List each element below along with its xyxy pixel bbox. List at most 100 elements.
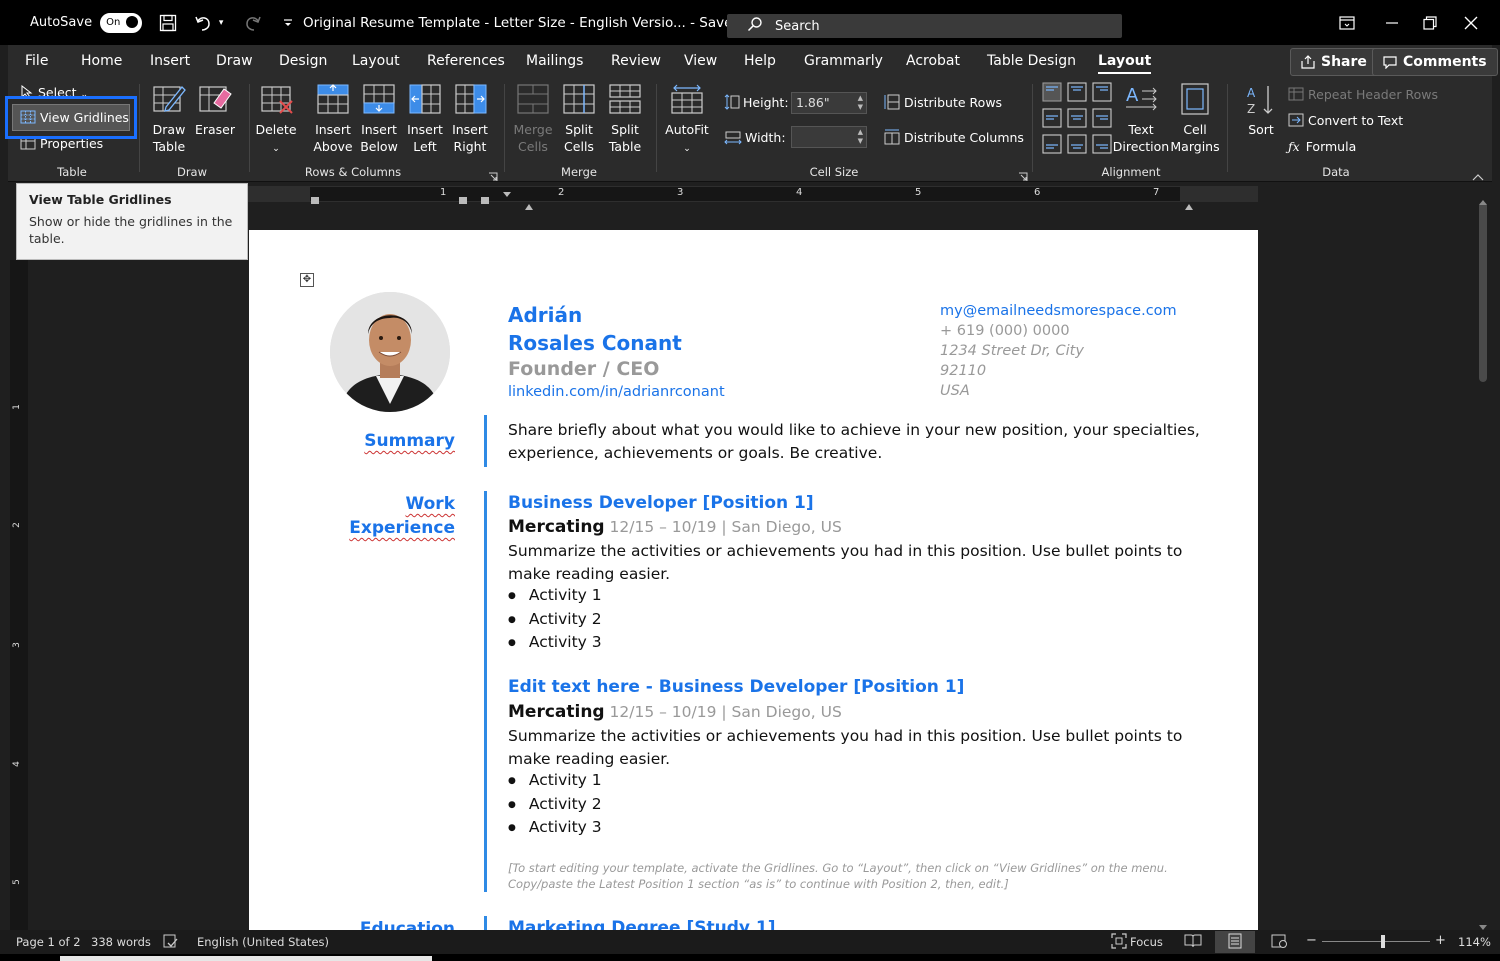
tab-mailings[interactable]: Mailings	[526, 45, 583, 78]
insert-right-button[interactable]: Insert Right	[449, 121, 491, 155]
restore-icon[interactable]	[1410, 0, 1450, 45]
autofit-icon[interactable]	[670, 83, 704, 119]
chevron-down-icon: ⌄	[683, 144, 691, 154]
split-cells-icon[interactable]	[562, 83, 596, 119]
scroll-up-icon[interactable]	[1479, 190, 1487, 209]
text-direction-icon[interactable]: A	[1124, 83, 1158, 119]
distribute-columns-icon	[884, 129, 900, 145]
draw-table-button[interactable]: Draw Table	[148, 121, 190, 155]
document-page[interactable]: ✥ Adrián Rosales Conant Founder / CEO li…	[249, 230, 1258, 930]
eraser-icon[interactable]	[198, 83, 232, 119]
tab-help[interactable]: Help	[744, 45, 776, 78]
minimize-icon[interactable]	[1372, 0, 1412, 45]
tab-layout-page[interactable]: Layout	[352, 45, 400, 78]
vertical-ruler[interactable]: 1 2 3 4 5	[10, 260, 28, 930]
save-icon[interactable]	[158, 13, 178, 33]
tab-references[interactable]: References	[427, 45, 505, 78]
insert-above-icon[interactable]	[316, 83, 350, 119]
document-title[interactable]: Original Resume Template - Letter Size -…	[303, 0, 757, 45]
delete-button[interactable]: Delete ⌄	[254, 121, 298, 158]
scrollbar-thumb[interactable]	[1479, 202, 1487, 382]
cell-margins-button[interactable]: Cell Margins	[1168, 121, 1222, 155]
insert-below-icon[interactable]	[362, 83, 396, 119]
tab-home[interactable]: Home	[81, 45, 122, 78]
draw-table-icon[interactable]	[152, 83, 186, 119]
undo-dropdown-icon[interactable]: ▾	[216, 13, 226, 33]
linkedin-link[interactable]: linkedin.com/in/adrianrconant	[508, 384, 725, 400]
column-marker-icon[interactable]	[480, 190, 490, 209]
language[interactable]: English (United States)	[197, 935, 329, 949]
zoom-level[interactable]: 114%	[1458, 935, 1491, 949]
column-marker-icon[interactable]	[310, 190, 320, 209]
tab-review[interactable]: Review	[611, 45, 661, 78]
autofit-button[interactable]: AutoFit ⌄	[662, 121, 712, 158]
comments-button[interactable]: Comments	[1372, 48, 1498, 76]
tab-file[interactable]: File	[25, 45, 48, 78]
sort-button[interactable]: Sort	[1238, 121, 1284, 138]
tab-view[interactable]: View	[684, 45, 717, 78]
distribute-rows-button[interactable]: Distribute Rows	[884, 94, 1002, 111]
zoom-in-icon[interactable]: +	[1435, 933, 1446, 948]
dialog-launcher-icon[interactable]	[1018, 167, 1028, 186]
convert-to-text-button[interactable]: Convert to Text	[1288, 112, 1403, 129]
zoom-out-icon[interactable]: −	[1306, 933, 1317, 948]
web-layout-icon[interactable]	[1271, 933, 1287, 952]
height-input[interactable]: 1.86" ▲ ▼	[791, 92, 867, 114]
search-input[interactable]: Search	[727, 14, 1122, 38]
tab-design[interactable]: Design	[279, 45, 327, 78]
split-table-button[interactable]: Split Table	[602, 121, 648, 155]
width-input[interactable]: ▲ ▼	[791, 126, 867, 148]
dialog-launcher-icon[interactable]	[488, 167, 498, 186]
cell-margins-icon[interactable]	[1178, 83, 1212, 119]
tab-grammarly[interactable]: Grammarly	[804, 45, 883, 78]
zoom-slider-thumb[interactable]	[1381, 935, 1386, 948]
tab-insert[interactable]: Insert	[150, 45, 190, 78]
distribute-columns-button[interactable]: Distribute Columns	[884, 129, 1024, 146]
insert-right-icon[interactable]	[454, 83, 488, 119]
email-link[interactable]: my@emailneedsmorespace.com	[940, 303, 1177, 319]
table-move-handle-icon[interactable]: ✥	[300, 273, 314, 287]
focus-mode-icon[interactable]	[1111, 933, 1127, 952]
split-table-icon[interactable]	[608, 83, 642, 119]
view-gridlines-tooltip: View Table Gridlines Show or hide the gr…	[16, 183, 248, 260]
zoom-slider[interactable]	[1322, 941, 1430, 942]
insert-below-button[interactable]: Insert Below	[356, 121, 402, 155]
collapse-ribbon-icon[interactable]	[1472, 166, 1484, 185]
close-icon[interactable]	[1451, 0, 1491, 45]
ribbon-display-options-icon[interactable]	[1327, 0, 1367, 45]
read-mode-icon[interactable]	[1184, 933, 1202, 952]
split-cells-button[interactable]: Split Cells	[556, 121, 602, 155]
width-spinner[interactable]: ▲ ▼	[858, 128, 863, 146]
insert-left-icon[interactable]	[408, 83, 442, 119]
horizontal-ruler[interactable]: 1 2 3 4 5 6 7	[248, 184, 1258, 210]
tab-table-layout[interactable]: Layout	[1098, 45, 1152, 78]
formula-button[interactable]: ƒx Formula	[1288, 138, 1356, 155]
height-spinner[interactable]: ▲ ▼	[858, 94, 863, 112]
undo-icon[interactable]	[194, 13, 214, 33]
alignment-grid	[1042, 82, 1118, 162]
proofing-icon[interactable]	[162, 933, 178, 952]
word-count[interactable]: 338 words	[91, 935, 151, 949]
share-button[interactable]: Share	[1290, 48, 1378, 76]
autosave-toggle[interactable]: On	[100, 12, 143, 33]
focus-label[interactable]: Focus	[1130, 935, 1163, 949]
redo-icon[interactable]	[242, 13, 262, 33]
customize-toolbar-icon[interactable]	[278, 13, 298, 33]
tab-acrobat[interactable]: Acrobat	[906, 45, 960, 78]
print-layout-icon[interactable]	[1228, 933, 1242, 952]
indent-marker-icon[interactable]	[1184, 196, 1194, 215]
page-count[interactable]: Page 1 of 2	[16, 935, 81, 949]
column-marker-icon[interactable]	[458, 190, 468, 209]
delete-table-icon[interactable]	[260, 83, 294, 119]
vertical-scrollbar[interactable]	[1476, 188, 1490, 930]
tab-draw[interactable]: Draw	[216, 45, 253, 78]
tab-table-design[interactable]: Table Design	[987, 45, 1076, 78]
text-direction-button[interactable]: Text Direction	[1112, 121, 1170, 155]
indent-marker-icon[interactable]	[502, 184, 512, 203]
indent-marker-icon[interactable]	[524, 196, 534, 215]
insert-above-button[interactable]: Insert Above	[310, 121, 356, 155]
convert-text-icon	[1288, 113, 1304, 127]
insert-left-button[interactable]: Insert Left	[404, 121, 446, 155]
sort-icon[interactable]: AZ	[1244, 83, 1278, 121]
eraser-button[interactable]: Eraser	[194, 121, 236, 138]
